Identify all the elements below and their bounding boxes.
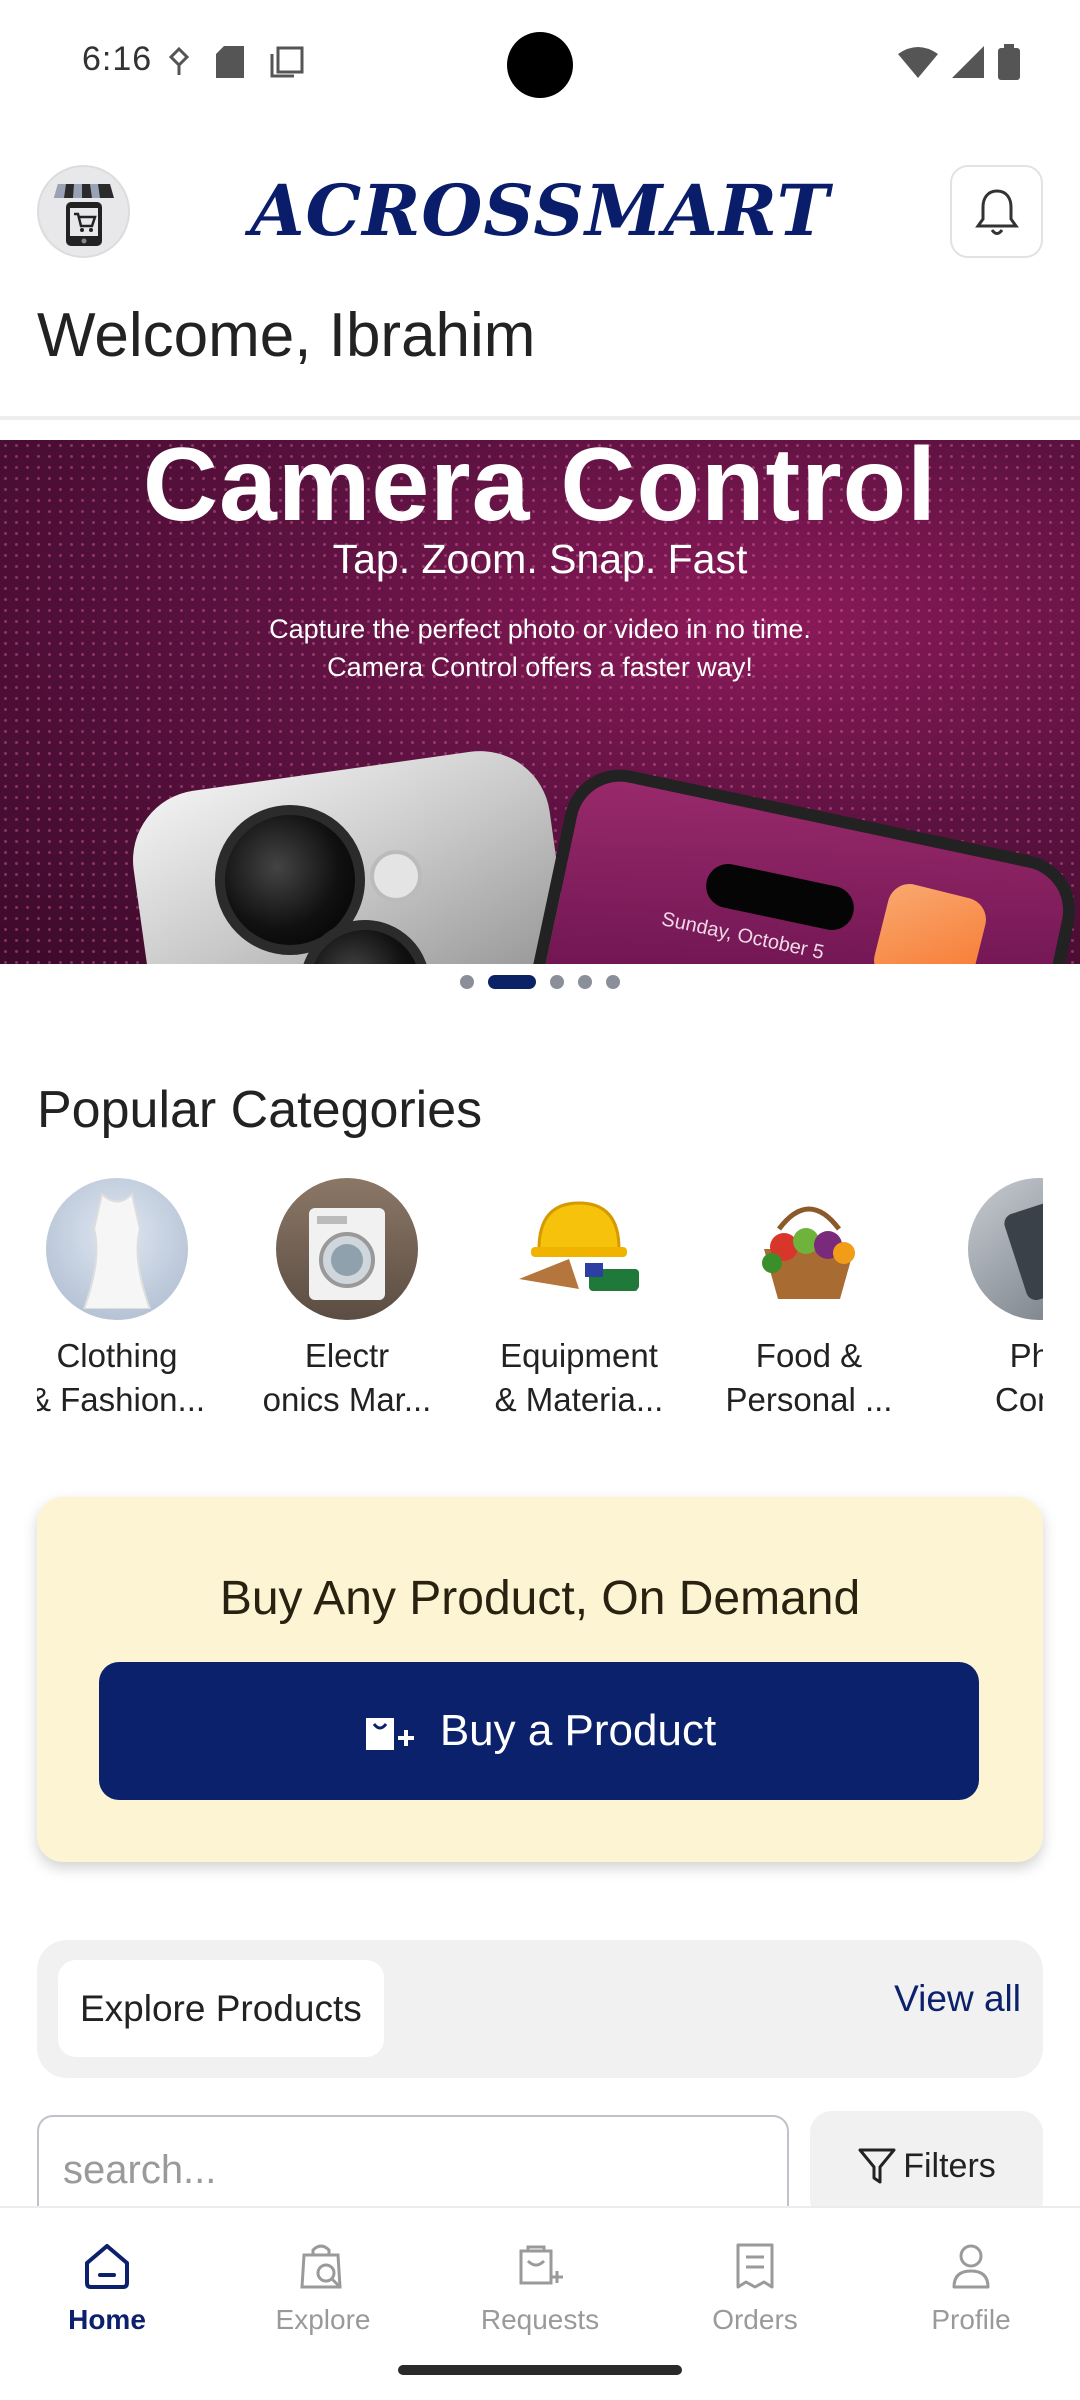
explore-products-tab[interactable]: Explore Products (58, 1960, 384, 2057)
home-icon (85, 2244, 129, 2289)
screenshot-icon (270, 46, 304, 83)
on-demand-card: Buy Any Product, On Demand Buy a Product (37, 1497, 1043, 1862)
nav-profile[interactable]: Profile (881, 2236, 1061, 2336)
bell-icon (974, 188, 1019, 235)
app-header: ACROSSMART (0, 160, 1080, 260)
banner-subtitle: Tap. Zoom. Snap. Fast (332, 536, 748, 582)
brand-logo: ACROSSMART (250, 169, 829, 252)
category-equipment[interactable]: Equipment & Materia... (479, 1178, 679, 1422)
storefront-icon (53, 183, 114, 246)
carousel-dot[interactable] (606, 975, 620, 989)
status-bar: 6:16 (0, 0, 1080, 130)
buy-a-product-label: Buy a Product (439, 1706, 717, 1755)
nav-requests[interactable]: Requests (450, 2236, 630, 2336)
categories-carousel[interactable]: Clothing & Fashion... Electr onics Mar... … (37, 1178, 1043, 1428)
home-gesture-bar[interactable] (398, 2365, 682, 2375)
signal-icon (952, 46, 984, 83)
explore-products-header: Explore Products View all (37, 1940, 1043, 2078)
carousel-dot-active[interactable] (488, 975, 536, 989)
category-electronics[interactable]: Electr onics Mar... (247, 1178, 447, 1422)
status-time: 6:16 (82, 40, 153, 78)
banner-description: Capture the perfect photo or video in no… (269, 614, 811, 682)
camera-cutout (507, 32, 573, 98)
view-all-link[interactable]: View all (894, 1978, 1021, 2020)
welcome-heading: Welcome, Ibrahim (37, 301, 536, 370)
category-food[interactable]: Food & Personal ... (709, 1178, 909, 1422)
category-image (46, 1178, 188, 1320)
bag-add-icon (365, 1707, 414, 1750)
category-image (276, 1178, 418, 1320)
carousel-dot[interactable] (550, 975, 564, 989)
category-image (968, 1178, 1043, 1320)
sd-card-icon (216, 46, 244, 83)
carousel-indicator[interactable] (0, 975, 1080, 989)
explore-bag-icon (300, 2244, 342, 2289)
brand-name: ACROSSMART (250, 168, 830, 252)
popular-categories-title: Popular Categories (37, 1081, 483, 1139)
on-demand-title: Buy Any Product, On Demand (219, 1572, 861, 1625)
notifications-button[interactable] (950, 165, 1043, 258)
category-image (738, 1178, 880, 1320)
promo-banner[interactable]: Camera Control Tap. Zoom. Snap. Fast Cap… (0, 440, 1080, 964)
banner-title: Camera Control (142, 440, 938, 543)
requests-icon (519, 2245, 563, 2285)
nav-home[interactable]: Home (17, 2236, 197, 2336)
store-avatar[interactable] (37, 165, 130, 258)
filters-button[interactable]: Filters (810, 2111, 1043, 2221)
wifi-icon (898, 46, 938, 83)
category-image (508, 1178, 650, 1320)
category-phones[interactable]: PhoComp (939, 1178, 1043, 1422)
battery-icon (998, 44, 1020, 85)
filter-icon (858, 2148, 896, 2184)
nav-explore[interactable]: Explore (233, 2236, 413, 2336)
profile-icon (952, 2244, 990, 2289)
orders-icon (736, 2243, 774, 2289)
nav-orders[interactable]: Orders (665, 2236, 845, 2336)
data-saver-icon (168, 46, 190, 82)
buy-a-product-button[interactable]: Buy a Product (99, 1662, 979, 1800)
header-divider (0, 416, 1080, 420)
filters-label: Filters (903, 2146, 996, 2185)
category-clothing[interactable]: Clothing & Fashion... (37, 1178, 217, 1422)
carousel-dot[interactable] (460, 975, 474, 989)
carousel-dot[interactable] (578, 975, 592, 989)
